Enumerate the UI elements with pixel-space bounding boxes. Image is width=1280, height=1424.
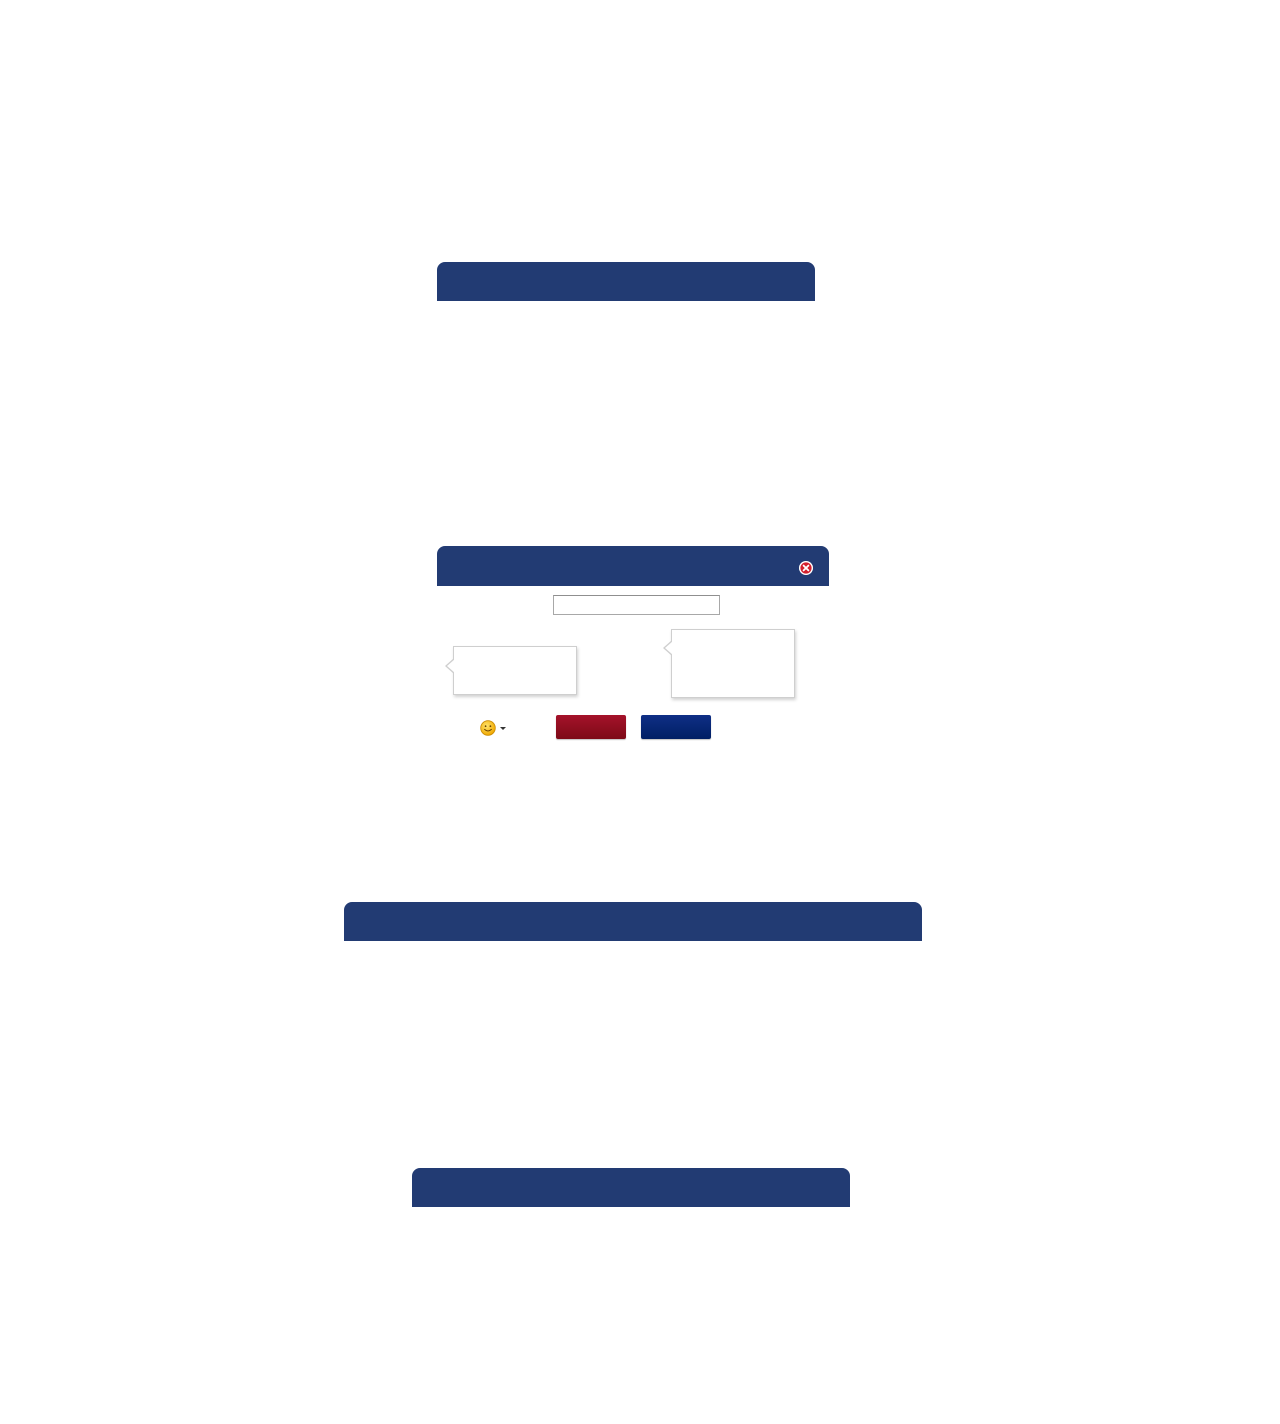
smiley-icon [480, 720, 496, 736]
close-icon [799, 561, 813, 575]
dialog-header-3 [344, 902, 922, 941]
dialog-header-2 [437, 546, 829, 586]
chevron-down-icon [500, 727, 506, 730]
dialog-header-4 [412, 1168, 850, 1207]
close-button[interactable] [799, 561, 813, 575]
dialog-header-1 [437, 262, 815, 301]
speech-bubble-right [663, 629, 795, 698]
emoji-picker-button[interactable] [478, 718, 510, 738]
red-action-button[interactable] [556, 715, 626, 739]
speech-bubble-left [445, 646, 577, 695]
blue-action-button[interactable] [641, 715, 711, 739]
text-input[interactable] [553, 595, 720, 615]
